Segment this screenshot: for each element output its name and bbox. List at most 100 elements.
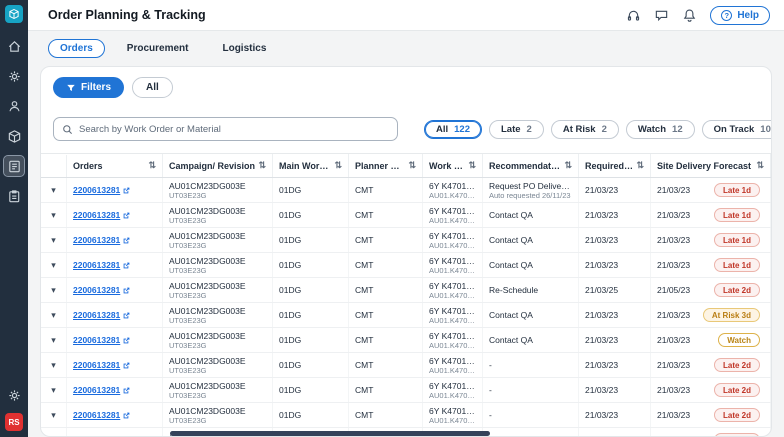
filter-chip-on-track[interactable]: On Track 106 bbox=[702, 120, 772, 139]
filters-label: Filters bbox=[81, 82, 111, 93]
row-expand-chevron[interactable]: ▾ bbox=[51, 210, 56, 221]
filter-chip-all[interactable]: All 122 bbox=[424, 120, 482, 139]
order-link[interactable]: 2200613281 bbox=[73, 435, 156, 436]
required-on-site-cell: 21/03/23 bbox=[579, 178, 651, 202]
status-badge: Late 2d bbox=[714, 283, 760, 297]
external-link-icon bbox=[123, 362, 130, 369]
tab-label: Procurement bbox=[127, 43, 189, 54]
filter-chip-at-risk[interactable]: At Risk 2 bbox=[551, 120, 619, 139]
order-cell: 2200613281 bbox=[67, 378, 163, 402]
table-row: ▾ 2200613281 AU01CM23DG003E UT03E23G 01D… bbox=[41, 178, 771, 203]
row-expand-chevron[interactable]: ▾ bbox=[51, 385, 56, 396]
row-expand-chevron[interactable]: ▾ bbox=[51, 335, 56, 346]
column-header-planner-group[interactable]: Planner Group ⇅ bbox=[349, 154, 423, 177]
order-link[interactable]: 2200613281 bbox=[73, 210, 156, 220]
campaign-cell: AU01CM23DG003E UT03E23G bbox=[163, 353, 273, 377]
feedback-icon[interactable] bbox=[654, 8, 669, 23]
filter-chip-count: 106 bbox=[760, 124, 772, 135]
order-link[interactable]: 2200613281 bbox=[73, 185, 156, 195]
order-link[interactable]: 2200613281 bbox=[73, 235, 156, 245]
order-link[interactable]: 2200613281 bbox=[73, 360, 156, 370]
column-header-site-delivery-forecast[interactable]: Site Delivery Forecast ⇅ bbox=[651, 154, 771, 177]
search-icon bbox=[62, 124, 73, 135]
column-header-campaign-revision[interactable]: Campaign/ Revision ⇅ bbox=[163, 154, 273, 177]
order-link[interactable]: 2200613281 bbox=[73, 335, 156, 345]
filter-chip-late[interactable]: Late 2 bbox=[489, 120, 544, 139]
sidebar-nav bbox=[4, 36, 24, 206]
support-headphones-icon[interactable] bbox=[626, 8, 641, 23]
notifications-bell-icon[interactable] bbox=[682, 8, 697, 23]
column-header-recommendation[interactable]: Recommendation ⇅ bbox=[483, 154, 579, 177]
order-cell: 2200613281 bbox=[67, 278, 163, 302]
user-icon bbox=[7, 99, 22, 114]
funnel-icon bbox=[66, 83, 76, 93]
column-label: Orders bbox=[73, 161, 103, 171]
order-link[interactable]: 2200613281 bbox=[73, 385, 156, 395]
all-filter-button[interactable]: All bbox=[132, 77, 173, 98]
work-centre-cell: 01DG bbox=[273, 278, 349, 302]
app-root: RS Order Planning & Tracking ? Help bbox=[0, 0, 784, 437]
main-area: Order Planning & Tracking ? Help OrdersP… bbox=[28, 0, 784, 437]
row-expand-chevron[interactable]: ▾ bbox=[51, 285, 56, 296]
row-expand-chevron[interactable]: ▾ bbox=[51, 435, 56, 437]
planner-group-cell: CMT bbox=[349, 203, 423, 227]
row-expand-chevron[interactable]: ▾ bbox=[51, 410, 56, 421]
row-expand-chevron[interactable]: ▾ bbox=[51, 235, 56, 246]
column-header-required-on-site[interactable]: Required On Site ⇅ bbox=[579, 154, 651, 177]
order-link[interactable]: 2200613281 bbox=[73, 410, 156, 420]
sidebar-item-processes[interactable] bbox=[4, 66, 24, 86]
user-avatar[interactable]: RS bbox=[5, 413, 23, 431]
filter-chip-watch[interactable]: Watch 12 bbox=[626, 120, 695, 139]
planner-group-cell: CMT bbox=[349, 278, 423, 302]
filters-button[interactable]: Filters bbox=[53, 77, 124, 98]
app-logo[interactable] bbox=[5, 5, 23, 23]
sidebar-item-materials[interactable] bbox=[4, 126, 24, 146]
sort-icon[interactable]: ⇅ bbox=[564, 160, 572, 171]
campaign-cell: AU01CM23DG003E UT03E23G bbox=[163, 303, 273, 327]
sidebar-item-users[interactable] bbox=[4, 96, 24, 116]
sort-icon[interactable]: ⇅ bbox=[258, 160, 266, 171]
row-expand-chevron[interactable]: ▾ bbox=[51, 360, 56, 371]
expander-cell: ▾ bbox=[41, 278, 67, 302]
order-link[interactable]: 2200613281 bbox=[73, 260, 156, 270]
sidebar-item-tasks[interactable] bbox=[4, 186, 24, 206]
horizontal-scrollbar-thumb[interactable] bbox=[170, 431, 490, 436]
external-link-icon bbox=[123, 262, 130, 269]
header-actions: ? Help bbox=[626, 6, 770, 25]
row-expand-chevron[interactable]: ▾ bbox=[51, 260, 56, 271]
help-button[interactable]: ? Help bbox=[710, 6, 770, 25]
work-centre-cell: 01DG bbox=[273, 353, 349, 377]
sort-icon[interactable]: ⇅ bbox=[636, 160, 644, 171]
campaign-cell: AU01CM23DG003E UT03E23G bbox=[163, 278, 273, 302]
sort-icon[interactable]: ⇅ bbox=[468, 160, 476, 171]
column-label: Required On Site bbox=[585, 161, 633, 171]
row-expand-chevron[interactable]: ▾ bbox=[51, 185, 56, 196]
planner-group-cell: CMT bbox=[349, 403, 423, 427]
column-label: Work Order Des bbox=[429, 161, 465, 171]
required-on-site-cell: 21/03/23 bbox=[579, 353, 651, 377]
sort-icon[interactable]: ⇅ bbox=[334, 160, 342, 171]
row-expand-chevron[interactable]: ▾ bbox=[51, 310, 56, 321]
sidebar-item-settings[interactable] bbox=[4, 385, 24, 405]
sort-icon[interactable]: ⇅ bbox=[148, 160, 156, 171]
tab-logistics[interactable]: Logistics bbox=[210, 39, 278, 58]
forecast-cell: 21/03/23 Late 1d bbox=[651, 253, 771, 277]
order-link[interactable]: 2200613281 bbox=[73, 310, 156, 320]
search-row: All 122 Late 2 At Risk 2 Watch 12 On Tra… bbox=[41, 111, 771, 153]
external-link-icon bbox=[123, 237, 130, 244]
sort-icon[interactable]: ⇅ bbox=[408, 160, 416, 171]
tab-procurement[interactable]: Procurement bbox=[115, 39, 201, 58]
column-label: Campaign/ Revision bbox=[169, 161, 255, 171]
column-header-work-order-des[interactable]: Work Order Des ⇅ bbox=[423, 154, 483, 177]
forecast-cell: 21/03/23 Late 1d bbox=[651, 203, 771, 227]
sidebar-item-home[interactable] bbox=[4, 36, 24, 56]
column-header-main-work-centre[interactable]: Main Work Centre ⇅ bbox=[273, 154, 349, 177]
required-on-site-cell: 21/03/23 bbox=[579, 253, 651, 277]
search-input[interactable] bbox=[79, 124, 389, 135]
sort-icon[interactable]: ⇅ bbox=[756, 160, 764, 171]
tab-orders[interactable]: Orders bbox=[48, 39, 105, 58]
sidebar-item-orders[interactable] bbox=[4, 156, 24, 176]
order-link[interactable]: 2200613281 bbox=[73, 285, 156, 295]
column-header-orders[interactable]: Orders ⇅ bbox=[67, 154, 163, 177]
recommendation-cell: - bbox=[483, 428, 579, 436]
